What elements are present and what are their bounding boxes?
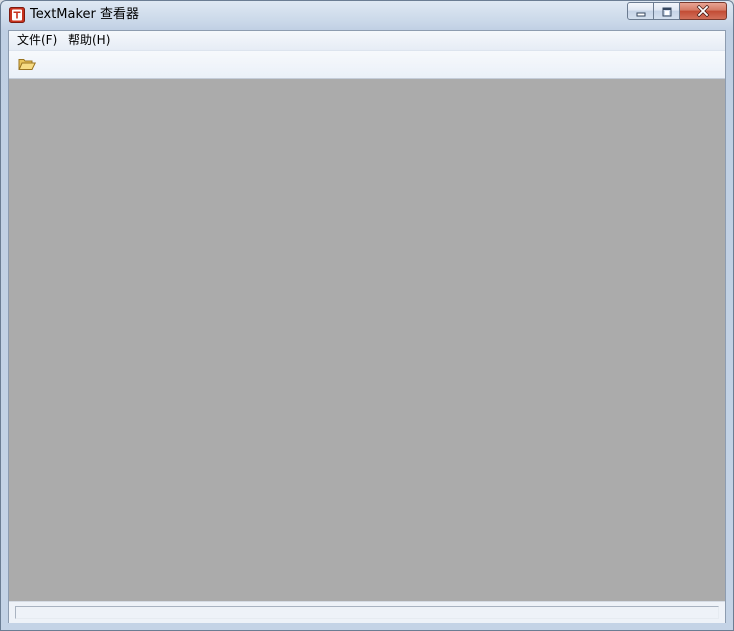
maximize-icon (661, 2, 673, 21)
minimize-icon (635, 2, 647, 21)
open-folder-icon (18, 56, 37, 75)
document-view-area[interactable] (9, 79, 725, 601)
menu-help[interactable]: 帮助(H) (66, 33, 112, 48)
open-file-button[interactable] (16, 55, 38, 75)
window-title: TextMaker 查看器 (30, 7, 140, 22)
menu-bar: 文件(F) 帮助(H) (9, 31, 725, 51)
title-bar[interactable]: TextMaker 查看器 (1, 1, 733, 30)
close-button[interactable] (680, 2, 727, 20)
status-bar (9, 601, 725, 623)
caption-buttons (627, 2, 727, 21)
textmaker-app-icon[interactable] (9, 7, 25, 23)
maximize-button[interactable] (654, 2, 680, 20)
menu-file[interactable]: 文件(F) (15, 33, 59, 48)
close-icon (696, 2, 710, 21)
application-window: TextMaker 查看器 文件(F) 帮助(H) (0, 0, 734, 631)
status-text-field (15, 606, 719, 619)
toolbar (9, 51, 725, 79)
client-area: 文件(F) 帮助(H) (8, 30, 726, 623)
minimize-button[interactable] (627, 2, 654, 20)
